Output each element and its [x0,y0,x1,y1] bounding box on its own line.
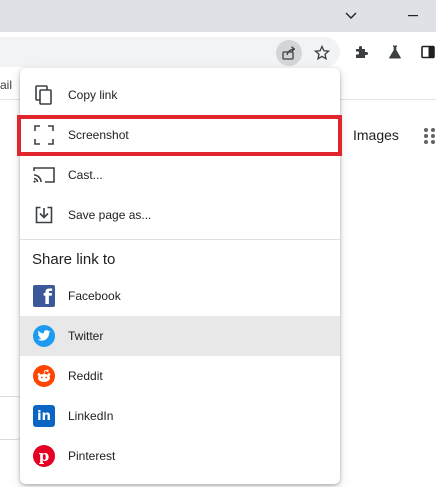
reddit-icon [32,364,56,388]
share-icon[interactable] [276,40,302,66]
share-linkedin-item[interactable]: in LinkedIn [20,396,340,436]
apps-grid-icon[interactable] [423,127,436,144]
copy-link-item[interactable]: Copy link [20,75,340,115]
facebook-icon: f [32,284,56,308]
menu-item-label: Facebook [68,289,121,303]
side-panel-icon[interactable] [414,38,436,66]
share-section-title: Share link to [32,251,116,268]
minimize-icon[interactable] [390,0,436,32]
puzzle-icon[interactable] [348,38,376,66]
menu-item-label: Pinterest [68,449,116,463]
flask-icon[interactable] [381,38,409,66]
save-page-item[interactable]: Save page as... [20,195,340,235]
bookmark-item[interactable]: ail [0,78,12,92]
twitter-icon [32,324,56,348]
menu-item-label: Save page as... [68,208,152,222]
title-bar [0,0,436,32]
share-pinterest-item[interactable]: p Pinterest [20,436,340,476]
linkedin-icon: in [32,404,56,428]
menu-item-label: Copy link [68,88,118,102]
cast-item[interactable]: Cast... [20,155,340,195]
annotation-highlight-box [17,115,342,156]
cast-icon [32,163,56,187]
images-link[interactable]: Images [353,127,399,143]
share-twitter-item[interactable]: Twitter [20,316,340,356]
download-icon [32,203,56,227]
chevron-down-icon[interactable] [328,0,374,32]
share-facebook-item[interactable]: f Facebook [20,276,340,316]
menu-divider [20,239,340,240]
pinterest-icon: p [32,444,56,468]
menu-item-label: Cast... [68,168,103,182]
star-icon[interactable] [309,40,335,66]
share-reddit-item[interactable]: Reddit [20,356,340,396]
copy-icon [32,83,56,107]
menu-item-label: Reddit [68,369,103,383]
menu-item-label: Twitter [68,329,104,343]
menu-item-label: LinkedIn [68,409,114,423]
